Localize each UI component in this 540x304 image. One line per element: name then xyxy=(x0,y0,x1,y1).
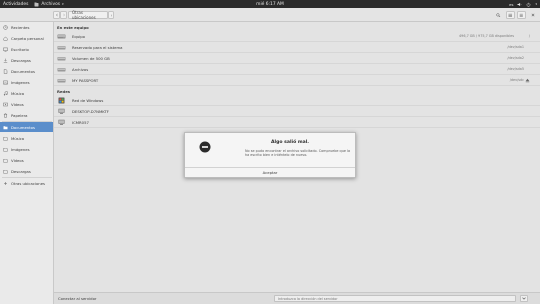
accept-button[interactable]: Aceptar xyxy=(185,168,355,177)
dialog-title: Algo salió mal. xyxy=(270,140,310,145)
dialog-message: No se pudo encontrar el archivo solicita… xyxy=(245,149,351,158)
error-dialog: Algo salió mal. No se pudo encontrar el … xyxy=(184,132,356,178)
error-icon xyxy=(199,141,211,153)
